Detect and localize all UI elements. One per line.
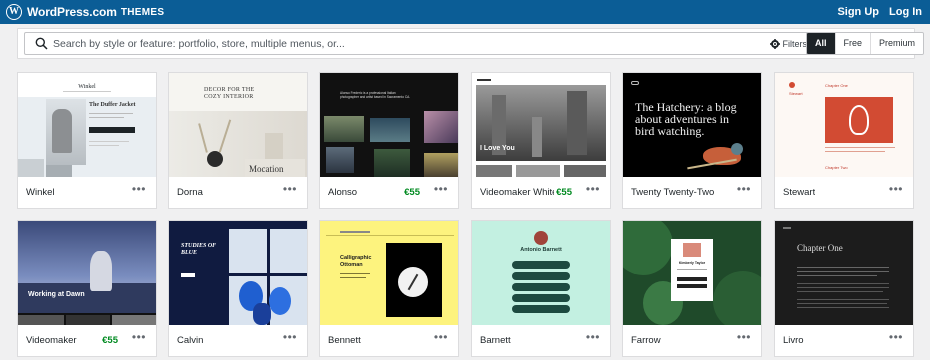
- preview-chapter: Chapter Two: [825, 165, 848, 170]
- more-options-icon[interactable]: •••: [283, 330, 297, 344]
- theme-name[interactable]: Dorna: [177, 187, 203, 198]
- search-icon: [29, 33, 53, 55]
- filters-label: Filters: [782, 38, 808, 49]
- theme-card-alonso[interactable]: Alonso Frederic is a professional Italia…: [319, 72, 459, 209]
- theme-preview[interactable]: Antonio Barnett: [472, 221, 610, 325]
- tab-free[interactable]: Free: [834, 33, 871, 54]
- preview-intro: Alonso Frederic is a professional Italia…: [340, 91, 411, 99]
- signup-link[interactable]: Sign Up: [837, 6, 879, 18]
- theme-name[interactable]: Livro: [783, 335, 804, 346]
- theme-preview[interactable]: STUDIES OF BLUE: [169, 221, 307, 325]
- theme-name[interactable]: Twenty Twenty-Two: [631, 187, 714, 198]
- more-options-icon[interactable]: •••: [737, 330, 751, 344]
- section-name: THEMES: [120, 6, 165, 18]
- theme-preview[interactable]: DECOR FOR THE COZY INTERIOR Mocation: [169, 73, 307, 177]
- theme-name[interactable]: Calvin: [177, 335, 203, 346]
- more-options-icon[interactable]: •••: [434, 182, 448, 196]
- theme-price: €55: [402, 187, 420, 198]
- brand[interactable]: W WordPress.com THEMES: [6, 4, 164, 20]
- theme-name[interactable]: Barnett: [480, 335, 511, 346]
- filters-button[interactable]: Filters: [769, 33, 808, 54]
- tab-premium[interactable]: Premium: [870, 33, 924, 54]
- theme-card-barnett[interactable]: Antonio Barnett Barnett •••: [471, 220, 611, 357]
- theme-card-livro[interactable]: Chapter One Livro •••: [774, 220, 914, 357]
- wordpress-logo-icon: W: [6, 4, 22, 20]
- theme-card-bennett[interactable]: Calligraphic Ottoman Bennett •••: [319, 220, 459, 357]
- theme-preview[interactable]: Alonso Frederic is a professional Italia…: [320, 73, 458, 177]
- theme-name[interactable]: Stewart: [783, 187, 815, 198]
- theme-preview[interactable]: Stewart Chapter One Chapter Two: [775, 73, 913, 177]
- preview-heading: Chapter One: [797, 243, 843, 253]
- gear-icon: [769, 38, 780, 49]
- preview-heading: Antonio Barnett: [520, 247, 562, 253]
- search-field: Filters: [24, 32, 816, 55]
- more-options-icon[interactable]: •••: [586, 330, 600, 344]
- theme-price: €55: [554, 187, 572, 198]
- theme-name[interactable]: Winkel: [26, 187, 55, 198]
- theme-card-calvin[interactable]: STUDIES OF BLUE Calvin •••: [168, 220, 308, 357]
- more-options-icon[interactable]: •••: [737, 182, 751, 196]
- theme-card-videomaker[interactable]: Working at Dawn Videomaker €55 •••: [17, 220, 157, 357]
- preview-heading-line: COZY INTERIOR: [204, 94, 254, 100]
- preview-heading: Calligraphic Ottoman: [340, 255, 372, 268]
- preview-caption: Mocation: [249, 164, 284, 174]
- theme-preview[interactable]: Calligraphic Ottoman: [320, 221, 458, 325]
- more-options-icon[interactable]: •••: [889, 182, 903, 196]
- more-options-icon[interactable]: •••: [132, 330, 146, 344]
- theme-card-twenty-twenty-two[interactable]: The Hatchery: a blog about adventures in…: [622, 72, 762, 209]
- more-options-icon[interactable]: •••: [283, 182, 297, 196]
- search-input[interactable]: [53, 37, 743, 50]
- theme-card-dorna[interactable]: DECOR FOR THE COZY INTERIOR Mocation Dor…: [168, 72, 308, 209]
- theme-price: €55: [100, 335, 118, 346]
- theme-name[interactable]: Farrow: [631, 335, 661, 346]
- theme-name[interactable]: Bennett: [328, 335, 361, 346]
- theme-card-farrow[interactable]: Kimberly Taylor Farrow •••: [622, 220, 762, 357]
- theme-preview[interactable]: The Hatchery: a blog about adventures in…: [623, 73, 761, 177]
- more-options-icon[interactable]: •••: [586, 182, 600, 196]
- preview-heading: The Duffer Jacket: [89, 102, 136, 108]
- theme-preview[interactable]: Chapter One: [775, 221, 913, 325]
- theme-name[interactable]: Videomaker: [26, 335, 77, 346]
- theme-card-stewart[interactable]: Stewart Chapter One Chapter Two Stewart •…: [774, 72, 914, 209]
- login-link[interactable]: Log In: [889, 6, 922, 18]
- preview-heading: Kimberly Taylor: [678, 261, 706, 265]
- preview-caption: I Love You: [480, 145, 515, 152]
- preview-caption: Working at Dawn: [28, 291, 85, 298]
- theme-name[interactable]: Videomaker White: [480, 187, 557, 198]
- pricing-tabs: All Free Premium: [806, 32, 925, 55]
- theme-preview[interactable]: Kimberly Taylor: [623, 221, 761, 325]
- theme-card-videomaker-white[interactable]: I Love You Videomaker White €55 •••: [471, 72, 611, 209]
- more-options-icon[interactable]: •••: [132, 182, 146, 196]
- theme-preview[interactable]: Working at Dawn: [18, 221, 156, 325]
- preview-heading-line: DECOR FOR THE: [204, 87, 255, 93]
- more-options-icon[interactable]: •••: [889, 330, 903, 344]
- theme-name[interactable]: Alonso: [328, 187, 357, 198]
- theme-card-winkel[interactable]: Winkel The Duffer Jacket Winkel •••: [17, 72, 157, 209]
- theme-preview[interactable]: I Love You: [472, 73, 610, 177]
- preview-title: Winkel: [78, 84, 96, 90]
- preview-chapter: Chapter One: [825, 83, 848, 88]
- preview-heading: STUDIES OF BLUE: [181, 243, 217, 256]
- more-options-icon[interactable]: •••: [434, 330, 448, 344]
- avatar: [534, 231, 548, 245]
- tab-all[interactable]: All: [807, 33, 835, 54]
- top-bar: W WordPress.com THEMES Sign Up Log In: [0, 0, 930, 24]
- theme-preview[interactable]: Winkel The Duffer Jacket: [18, 73, 156, 177]
- preview-title: Stewart: [789, 91, 803, 96]
- site-logo-icon: [631, 81, 639, 85]
- preview-heading: The Hatchery: a blog about adventures in…: [635, 100, 737, 138]
- brand-name: WordPress.com: [27, 5, 117, 19]
- search-bar: Filters All Free Premium: [17, 28, 925, 59]
